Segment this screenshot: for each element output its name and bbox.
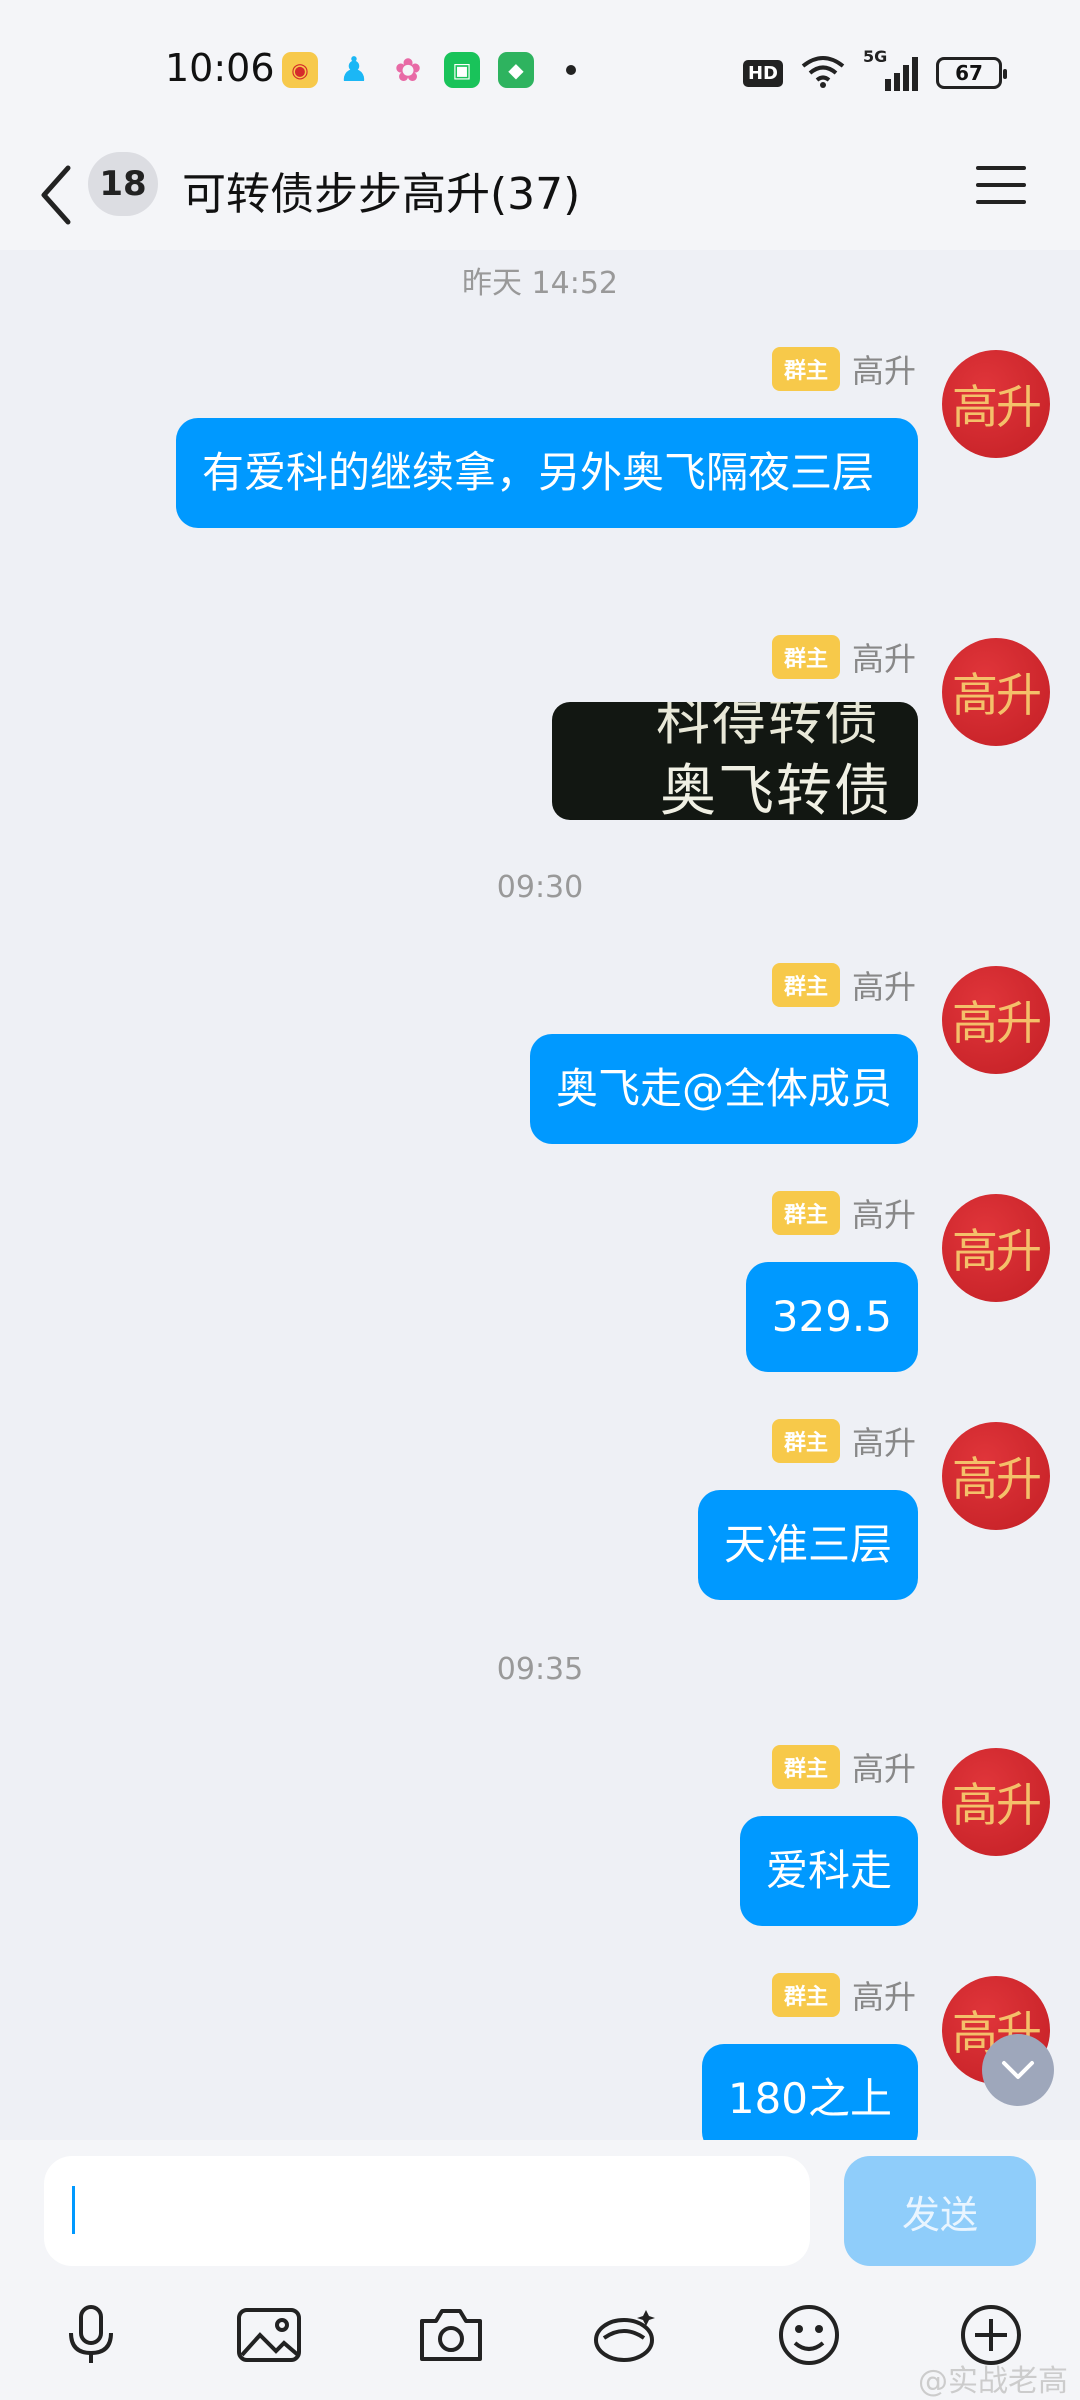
- sender-info: 群主 高升: [771, 1418, 916, 1464]
- avatar[interactable]: 高升: [942, 1748, 1050, 1856]
- qq-icon: ♟: [338, 50, 370, 90]
- emoji-icon[interactable]: [774, 2300, 844, 2370]
- message-bubble[interactable]: 天准三层: [697, 1490, 918, 1600]
- system-icons: HD 5G 67: [742, 47, 1007, 92]
- avatar[interactable]: 高升: [942, 1422, 1050, 1530]
- microphone-icon[interactable]: [56, 2300, 126, 2370]
- message-bubble[interactable]: 奥飞走@全体成员: [529, 1034, 918, 1144]
- sender-info: 群主 高升: [771, 634, 916, 680]
- message-bubble[interactable]: 有爱科的继续拿，另外奥飞隔夜三层: [176, 418, 918, 528]
- avatar[interactable]: 高升: [942, 638, 1050, 746]
- role-badge: 群主: [771, 1973, 840, 2017]
- role-badge: 群主: [771, 635, 840, 679]
- signal-icon: 5G: [863, 47, 918, 91]
- sender-name: 高升: [851, 968, 916, 1006]
- avatar[interactable]: 高升: [942, 1194, 1050, 1302]
- green-app-icon: ▣: [444, 52, 480, 88]
- hd-icon: HD: [742, 59, 783, 87]
- watermark: @实战老高: [918, 2364, 1068, 2399]
- chevron-down-icon: [1002, 2061, 1034, 2079]
- menu-icon[interactable]: [974, 158, 1028, 212]
- text-caret: [72, 2186, 75, 2234]
- image-caption: 奥飞转债: [660, 759, 892, 820]
- image-message[interactable]: 科得转债 奥飞转债: [552, 702, 918, 820]
- input-bar: 发送: [0, 2140, 1080, 2270]
- role-badge: 群主: [771, 347, 840, 391]
- wifi-icon: [801, 54, 845, 92]
- status-bar: 10:06 ◉ ♟ ✿ ▣ ◆ HD 5G 67: [0, 0, 1080, 140]
- weibo-icon: ◉: [282, 52, 318, 88]
- notification-icons: ◉ ♟ ✿ ▣ ◆: [282, 50, 576, 90]
- sender-info: 群主 高升: [771, 962, 916, 1008]
- message-bubble[interactable]: 180之上: [701, 2044, 918, 2140]
- timestamp: 09:30: [496, 870, 584, 905]
- shield-icon: ◆: [498, 52, 534, 88]
- sender-name: 高升: [851, 1978, 916, 2016]
- message-bubble[interactable]: 329.5: [745, 1262, 918, 1372]
- role-badge: 群主: [771, 1419, 840, 1463]
- sender-info: 群主 高升: [771, 346, 916, 392]
- sender-info: 群主 高升: [771, 1190, 916, 1236]
- sender-name: 高升: [851, 1750, 916, 1788]
- scroll-to-bottom-button[interactable]: [982, 2034, 1054, 2106]
- sender-info: 群主 高升: [771, 1972, 916, 2018]
- timestamp: 09:35: [496, 1652, 584, 1687]
- camera-icon[interactable]: [416, 2300, 486, 2370]
- chat-header: 18 可转债步步高升(37): [0, 140, 1080, 250]
- battery-icon: 67: [936, 57, 1007, 89]
- back-icon[interactable]: [36, 162, 76, 228]
- send-button[interactable]: 发送: [844, 2156, 1036, 2266]
- app-icon: ✿: [394, 51, 422, 89]
- avatar[interactable]: 高升: [942, 350, 1050, 458]
- sender-name: 高升: [851, 1424, 916, 1462]
- sender-info: 群主 高升: [771, 1744, 916, 1790]
- status-time: 10:06: [165, 46, 275, 90]
- unread-count-badge[interactable]: 18: [88, 152, 158, 216]
- notification-dot-icon: [566, 65, 576, 75]
- group-title[interactable]: 可转债步步高升(37): [182, 158, 580, 222]
- role-badge: 群主: [771, 963, 840, 1007]
- timestamp: 昨天 14:52: [462, 266, 618, 301]
- chat-history[interactable]: 昨天 14:52 高升 群主 高升 有爱科的继续拿，另外奥飞隔夜三层 高升 群主…: [0, 250, 1080, 2140]
- image-icon[interactable]: [234, 2300, 304, 2370]
- avatar[interactable]: 高升: [942, 966, 1050, 1074]
- sender-name: 高升: [851, 640, 916, 678]
- sender-name: 高升: [851, 1196, 916, 1234]
- role-badge: 群主: [771, 1745, 840, 1789]
- message-bubble[interactable]: 爱科走: [739, 1816, 918, 1926]
- role-badge: 群主: [771, 1191, 840, 1235]
- message-input[interactable]: [44, 2156, 810, 2266]
- red-packet-icon[interactable]: [592, 2300, 662, 2370]
- sender-name: 高升: [851, 352, 916, 390]
